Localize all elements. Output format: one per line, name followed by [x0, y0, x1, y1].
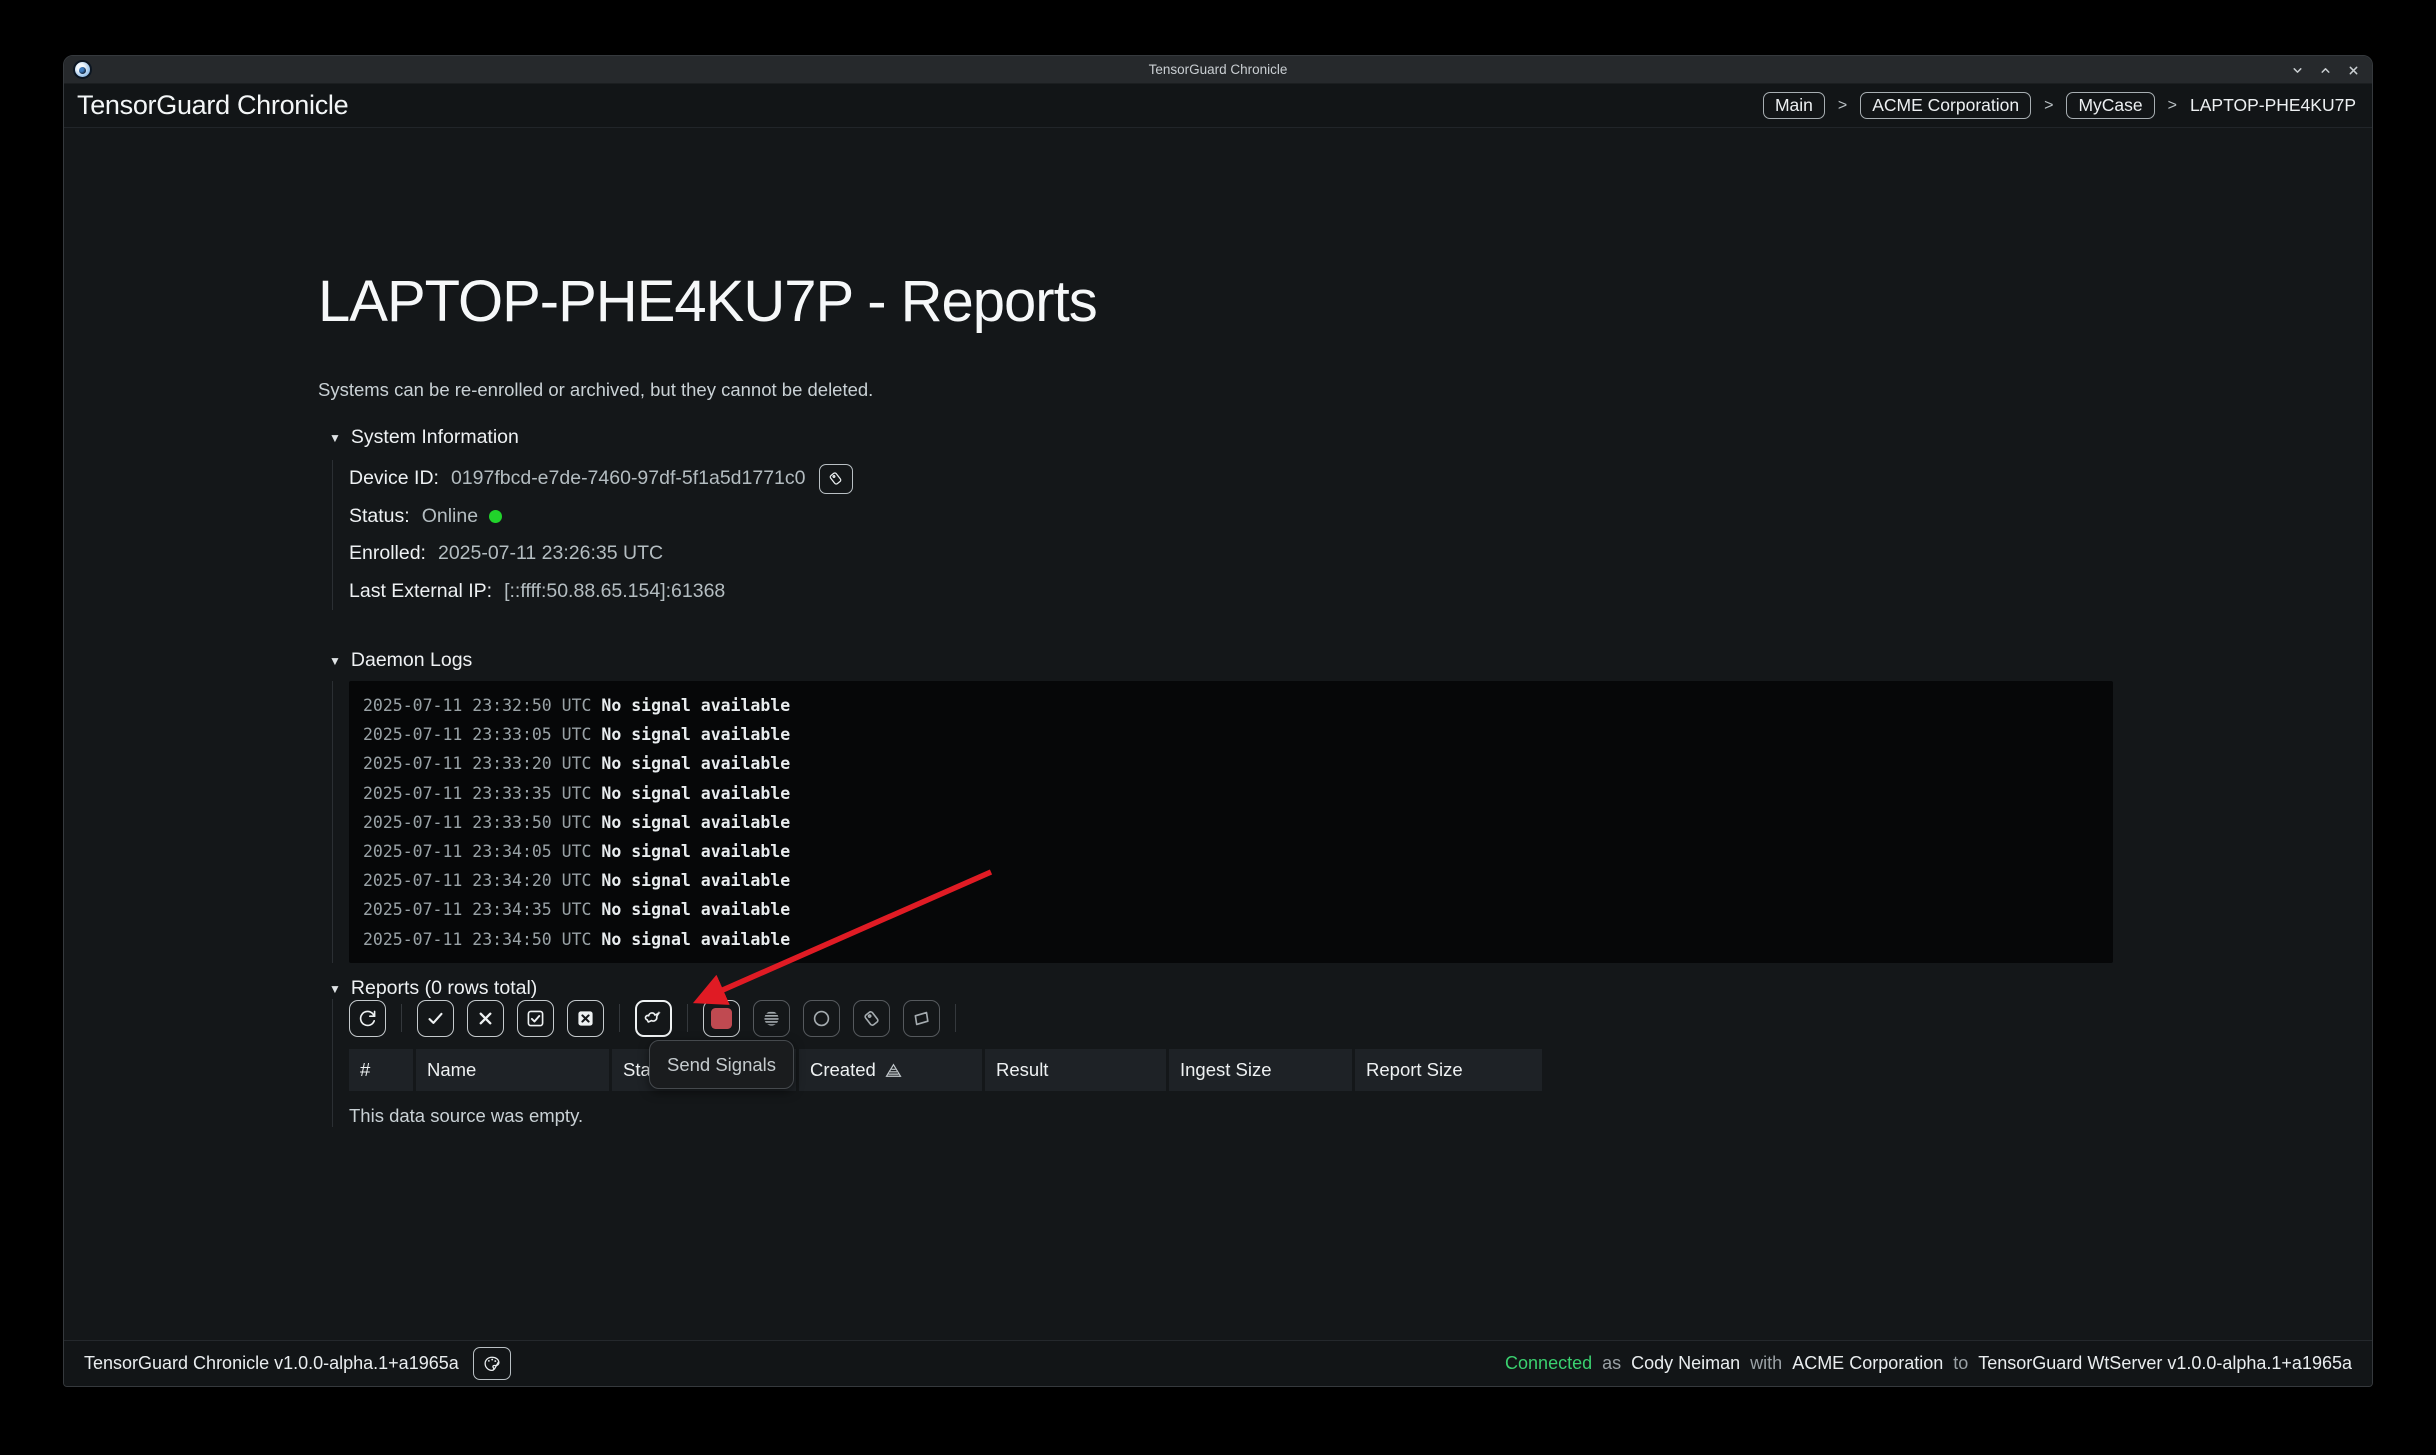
app-header: TensorGuard Chronicle Main > ACME Corpor… — [64, 84, 2372, 128]
to-label: to — [1953, 1353, 1968, 1374]
reports-body: # Name Status Created Result Ingest Size… — [332, 999, 1542, 1127]
log-line: 2025-07-11 23:34:05 UTC No signal availa… — [363, 837, 2099, 866]
send-signals-tooltip: Send Signals — [649, 1040, 794, 1089]
flag-button[interactable] — [903, 1000, 940, 1037]
org-name: ACME Corporation — [1792, 1353, 1943, 1374]
collapse-triangle-icon: ▼ — [329, 982, 341, 996]
as-label: as — [1602, 1353, 1621, 1374]
maximize-button[interactable] — [2317, 62, 2334, 79]
online-status-dot — [489, 510, 502, 523]
send-signals-button[interactable] — [635, 1000, 672, 1037]
theme-palette-button[interactable] — [473, 1347, 511, 1380]
collapse-triangle-icon: ▼ — [329, 431, 341, 445]
with-label: with — [1750, 1353, 1782, 1374]
collapse-triangle-icon: ▼ — [329, 654, 341, 668]
refresh-icon — [356, 1007, 379, 1030]
empty-table-message: This data source was empty. — [349, 1105, 1542, 1127]
log-line: 2025-07-11 23:33:20 UTC No signal availa… — [363, 749, 2099, 778]
checkbox-check-button[interactable] — [517, 1000, 554, 1037]
field-last-external-ip: Last External IP: [::ffff:50.88.65.154]:… — [349, 573, 853, 611]
column-header-index[interactable]: # — [349, 1049, 413, 1091]
log-line: 2025-07-11 23:34:50 UTC No signal availa… — [363, 925, 2099, 954]
field-enrolled: Enrolled: 2025-07-11 23:26:35 UTC — [349, 535, 853, 573]
check-button[interactable] — [417, 1000, 454, 1037]
toolbar-separator — [401, 1004, 402, 1032]
chevron-up-icon — [2318, 63, 2333, 78]
minimize-button[interactable] — [2289, 62, 2306, 79]
column-header-result[interactable]: Result — [985, 1049, 1166, 1091]
breadcrumb-separator: > — [2044, 97, 2053, 115]
column-header-report-size[interactable]: Report Size — [1355, 1049, 1542, 1091]
daemon-logs-body: 2025-07-11 23:32:50 UTC No signal availa… — [332, 681, 2113, 963]
log-line: 2025-07-11 23:33:35 UTC No signal availa… — [363, 779, 2099, 808]
palette-icon — [481, 1353, 503, 1375]
app-version: TensorGuard Chronicle v1.0.0-alpha.1+a19… — [84, 1353, 459, 1374]
checkbox-x-button[interactable] — [567, 1000, 604, 1037]
section-daemon-logs[interactable]: ▼ Daemon Logs — [329, 649, 472, 672]
refresh-button[interactable] — [349, 1000, 386, 1037]
breadcrumb-main[interactable]: Main — [1763, 92, 1825, 119]
log-line: 2025-07-11 23:34:35 UTC No signal availa… — [363, 895, 2099, 924]
log-line: 2025-07-11 23:32:50 UTC No signal availa… — [363, 691, 2099, 720]
connection-status: Connected — [1505, 1353, 1592, 1374]
breadcrumb-current-device: LAPTOP-PHE4KU7P — [2190, 95, 2356, 116]
close-button[interactable] — [2345, 62, 2362, 79]
circle-button[interactable] — [803, 1000, 840, 1037]
user-name: Cody Neiman — [1631, 1353, 1740, 1374]
red-square-button[interactable] — [703, 1000, 740, 1037]
x-icon — [474, 1007, 497, 1030]
bird-signal-icon — [642, 1007, 665, 1030]
circle-icon — [810, 1007, 833, 1030]
breadcrumb-separator: > — [1838, 97, 1847, 115]
checkbox-check-icon — [524, 1007, 547, 1030]
section-title: System Information — [351, 426, 519, 449]
toolbar-separator — [619, 1004, 620, 1032]
log-line: 2025-07-11 23:34:20 UTC No signal availa… — [363, 866, 2099, 895]
check-icon — [424, 1007, 447, 1030]
breadcrumb-separator: > — [2168, 97, 2177, 115]
log-line: 2025-07-11 23:33:05 UTC No signal availa… — [363, 720, 2099, 749]
statusbar: TensorGuard Chronicle v1.0.0-alpha.1+a19… — [64, 1340, 2372, 1386]
breadcrumb-mycase[interactable]: MyCase — [2066, 92, 2154, 119]
app-title: TensorGuard Chronicle — [77, 90, 348, 121]
window-title: TensorGuard Chronicle — [64, 62, 2372, 77]
section-reports[interactable]: ▼ Reports (0 rows total) — [329, 977, 537, 1000]
reports-toolbar — [349, 999, 1542, 1037]
column-header-ingest-size[interactable]: Ingest Size — [1169, 1049, 1352, 1091]
toolbar-separator — [955, 1004, 956, 1032]
section-system-information[interactable]: ▼ System Information — [329, 426, 519, 449]
tag-icon — [826, 469, 845, 488]
close-icon — [2346, 63, 2361, 78]
breadcrumb: Main > ACME Corporation > MyCase > LAPTO… — [1763, 92, 2356, 119]
system-information-body: Device ID: 0197fbcd-e7de-7460-97df-5f1a5… — [332, 460, 853, 610]
column-header-name[interactable]: Name — [416, 1049, 609, 1091]
tag-button[interactable] — [853, 1000, 890, 1037]
checkbox-x-icon — [574, 1007, 597, 1030]
app-window: TensorGuard Chronicle TensorGuard Chroni… — [63, 55, 2373, 1387]
column-header-created[interactable]: Created — [799, 1049, 982, 1091]
chevron-down-icon — [2290, 63, 2305, 78]
striped-circle-icon — [760, 1007, 783, 1030]
server-version: TensorGuard WtServer v1.0.0-alpha.1+a196… — [1978, 1353, 2352, 1374]
reports-table-header: # Name Status Created Result Ingest Size… — [349, 1049, 1542, 1091]
toolbar-separator — [687, 1004, 688, 1032]
breadcrumb-acme-corporation[interactable]: ACME Corporation — [1860, 92, 2031, 119]
page-title: LAPTOP-PHE4KU7P - Reports — [318, 268, 1097, 335]
red-square-icon — [711, 1008, 732, 1029]
field-status: Status: Online — [349, 498, 853, 536]
x-button[interactable] — [467, 1000, 504, 1037]
page-subtitle: Systems can be re-enrolled or archived, … — [318, 379, 873, 401]
daemon-log-view[interactable]: 2025-07-11 23:32:50 UTC No signal availa… — [349, 681, 2113, 963]
log-line: 2025-07-11 23:33:50 UTC No signal availa… — [363, 808, 2099, 837]
field-device-id: Device ID: 0197fbcd-e7de-7460-97df-5f1a5… — [349, 460, 853, 498]
tag-icon — [860, 1007, 883, 1030]
section-title: Reports (0 rows total) — [351, 977, 537, 1000]
copy-device-id-button[interactable] — [819, 464, 853, 494]
sort-triangle-icon — [885, 1063, 902, 1078]
titlebar: TensorGuard Chronicle — [64, 56, 2372, 84]
section-title: Daemon Logs — [351, 649, 472, 672]
striped-circle-button[interactable] — [753, 1000, 790, 1037]
flag-icon — [910, 1007, 933, 1030]
